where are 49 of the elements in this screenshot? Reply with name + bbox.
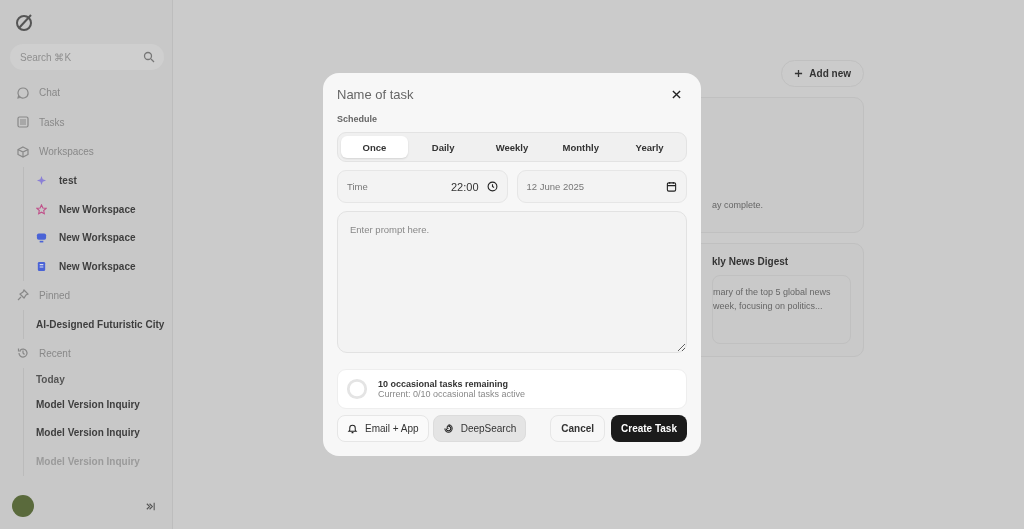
add-new-button[interactable]: Add new bbox=[781, 60, 864, 87]
workspace-item[interactable]: test bbox=[36, 166, 172, 195]
pin-icon bbox=[17, 289, 29, 302]
section-header: Recent bbox=[12, 338, 172, 368]
task-description: week, focusing on politics... bbox=[713, 299, 824, 313]
cancel-button[interactable]: Cancel bbox=[550, 415, 606, 442]
pinned-chat-item[interactable]: AI-Designed Futuristic City bbox=[36, 310, 172, 339]
history-icon bbox=[17, 347, 29, 360]
quota-title: 10 occasional tasks remaining bbox=[378, 379, 510, 389]
task-name-field[interactable]: Name of task bbox=[337, 87, 414, 102]
schedule-option[interactable]: Daily bbox=[409, 136, 477, 158]
chat-bubble-icon bbox=[17, 86, 29, 99]
workspace-item[interactable]: New Workspace bbox=[36, 223, 172, 252]
bell-icon bbox=[347, 423, 358, 434]
workspace-item[interactable]: New Workspace bbox=[36, 252, 172, 281]
search-icon bbox=[143, 51, 155, 63]
schedule-option[interactable]: Monthly bbox=[547, 136, 615, 158]
recent-chat-item[interactable]: Model Version Inquiry bbox=[36, 418, 172, 447]
schedule-option[interactable]: Weekly bbox=[478, 136, 546, 158]
plus-icon bbox=[794, 69, 804, 78]
field-label: Time bbox=[347, 181, 369, 192]
time-field[interactable]: Time 22:00 bbox=[337, 170, 508, 203]
calendar-icon bbox=[666, 181, 677, 192]
task-title: kly News Digest bbox=[712, 256, 790, 267]
clock-icon bbox=[486, 181, 498, 192]
collapse-sidebar-icon[interactable] bbox=[145, 500, 156, 512]
date-field[interactable]: 12 June 2025 bbox=[516, 170, 687, 203]
swirl-icon bbox=[442, 423, 454, 434]
schedule-option[interactable]: Once bbox=[341, 136, 408, 158]
prompt-field[interactable]: Enter prompt here. bbox=[337, 211, 687, 353]
close-icon[interactable] bbox=[672, 90, 681, 99]
section-header: Pinned bbox=[12, 280, 172, 310]
task-description: ay complete. bbox=[712, 200, 765, 210]
task-description: mary of the top 5 global news bbox=[713, 286, 832, 299]
recent-chat-item[interactable]: Model Version Inquiry bbox=[36, 390, 172, 419]
toggle-button[interactable]: Email + App bbox=[337, 415, 429, 442]
date-group-label: Today bbox=[36, 372, 66, 387]
toggle-button[interactable]: DeepSearch bbox=[432, 415, 527, 442]
quota-subtitle: Current: 0/10 occasional tasks active bbox=[378, 389, 526, 399]
cube-icon bbox=[17, 145, 29, 158]
time-value: 22:00 bbox=[450, 180, 479, 193]
date-value: 12 June 2025 bbox=[526, 181, 586, 192]
avatar[interactable] bbox=[12, 495, 34, 517]
create-task-button[interactable]: Create Task bbox=[611, 415, 687, 442]
search-field[interactable]: Search ⌘K bbox=[10, 44, 164, 70]
workspace-item[interactable]: New Workspace bbox=[36, 195, 172, 224]
schedule-option[interactable]: Yearly bbox=[616, 136, 683, 158]
logo-icon bbox=[14, 12, 34, 32]
section-label: Schedule bbox=[337, 114, 378, 124]
